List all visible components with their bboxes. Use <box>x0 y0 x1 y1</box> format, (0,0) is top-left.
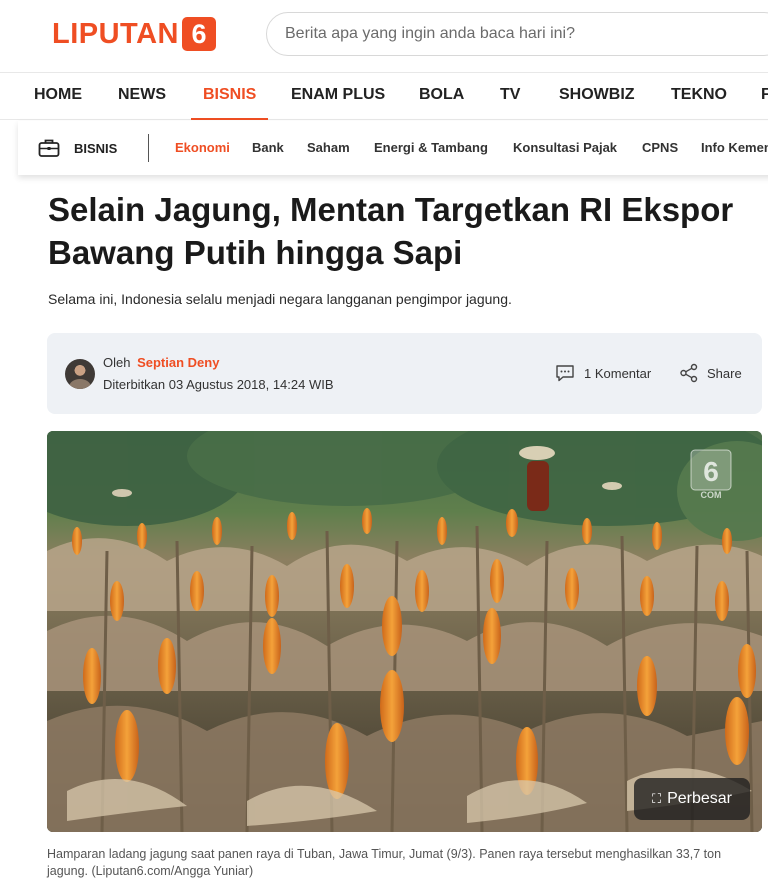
enlarge-label: Perbesar <box>667 790 732 807</box>
briefcase-icon <box>38 139 60 157</box>
byline: Oleh Septian Deny <box>103 355 219 370</box>
nav-item-showbiz[interactable]: SHOWBIZ <box>559 73 635 119</box>
nav-item-tv[interactable]: TV <box>500 73 520 119</box>
subnav-item-energi-tambang[interactable]: Energi & Tambang <box>374 121 488 175</box>
author-avatar[interactable] <box>65 359 95 389</box>
article-lead: Selama ini, Indonesia selalu menjadi neg… <box>48 291 512 307</box>
main-nav: HOME NEWS BISNIS ENAM PLUS BOLA TV SHOWB… <box>0 72 768 120</box>
comment-count: 1 Komentar <box>584 365 652 381</box>
article-photo[interactable]: 6 COM ⛶ Perbesar <box>47 431 762 832</box>
share-button[interactable]: Share <box>679 361 742 385</box>
photo-caption: Hamparan ladang jagung saat panen raya d… <box>47 847 722 878</box>
subnav-item-cpns[interactable]: CPNS <box>642 121 678 175</box>
enlarge-photo-button[interactable]: ⛶ Perbesar <box>633 778 750 820</box>
article-title: Selain Jagung, Mentan Targetkan RI Ekspo… <box>48 191 734 271</box>
subnav-divider <box>148 134 149 162</box>
logo-text: LIPUTAN <box>52 18 180 50</box>
svg-text:6: 6 <box>703 456 719 487</box>
comment-icon <box>556 365 574 382</box>
category-label: BISNIS <box>74 140 118 156</box>
subnav-item-bank[interactable]: Bank <box>252 121 284 175</box>
share-icon <box>680 363 698 383</box>
liputan6-watermark-icon: 6 COM <box>690 449 732 499</box>
author-link[interactable]: Septian Deny <box>137 355 219 370</box>
nav-item-bola[interactable]: BOLA <box>419 73 464 119</box>
subnav-item-ekonomi[interactable]: Ekonomi <box>175 121 230 175</box>
share-label: Share <box>707 365 742 381</box>
category-label-group[interactable]: BISNIS <box>38 121 117 175</box>
nav-item-tekno[interactable]: TEKNO <box>671 73 727 119</box>
article-meta-box: Oleh Septian Deny Diterbitkan 03 Agustus… <box>47 333 762 414</box>
subnav-item-saham[interactable]: Saham <box>307 121 350 175</box>
byline-prefix: Oleh <box>103 355 131 370</box>
nav-item-news[interactable]: NEWS <box>118 73 166 119</box>
search-box[interactable] <box>266 12 768 56</box>
sub-nav: BISNIS Ekonomi Bank Saham Energi & Tamba… <box>18 121 768 175</box>
subnav-item-konsultasi-pajak[interactable]: Konsultasi Pajak <box>513 121 617 175</box>
nav-item-bisnis[interactable]: BISNIS <box>190 73 269 120</box>
comment-button[interactable]: 1 Komentar <box>555 361 651 385</box>
logo-number-badge: 6 <box>182 17 217 51</box>
publish-date: Diterbitkan 03 Agustus 2018, 14:24 WIB <box>103 377 334 392</box>
svg-text:COM: COM <box>701 490 722 499</box>
subnav-item-info-kemen[interactable]: Info Kemen <box>701 121 768 175</box>
nav-item-more[interactable]: F <box>761 73 768 119</box>
site-logo[interactable]: LIPUTAN 6 <box>52 16 217 52</box>
nav-item-enam-plus[interactable]: ENAM PLUS <box>291 73 385 119</box>
site-header: LIPUTAN 6 <box>0 0 768 72</box>
corn-field-photo <box>47 431 762 832</box>
search-input[interactable] <box>285 13 765 55</box>
expand-icon: ⛶ <box>651 791 662 806</box>
nav-item-home[interactable]: HOME <box>34 73 82 119</box>
